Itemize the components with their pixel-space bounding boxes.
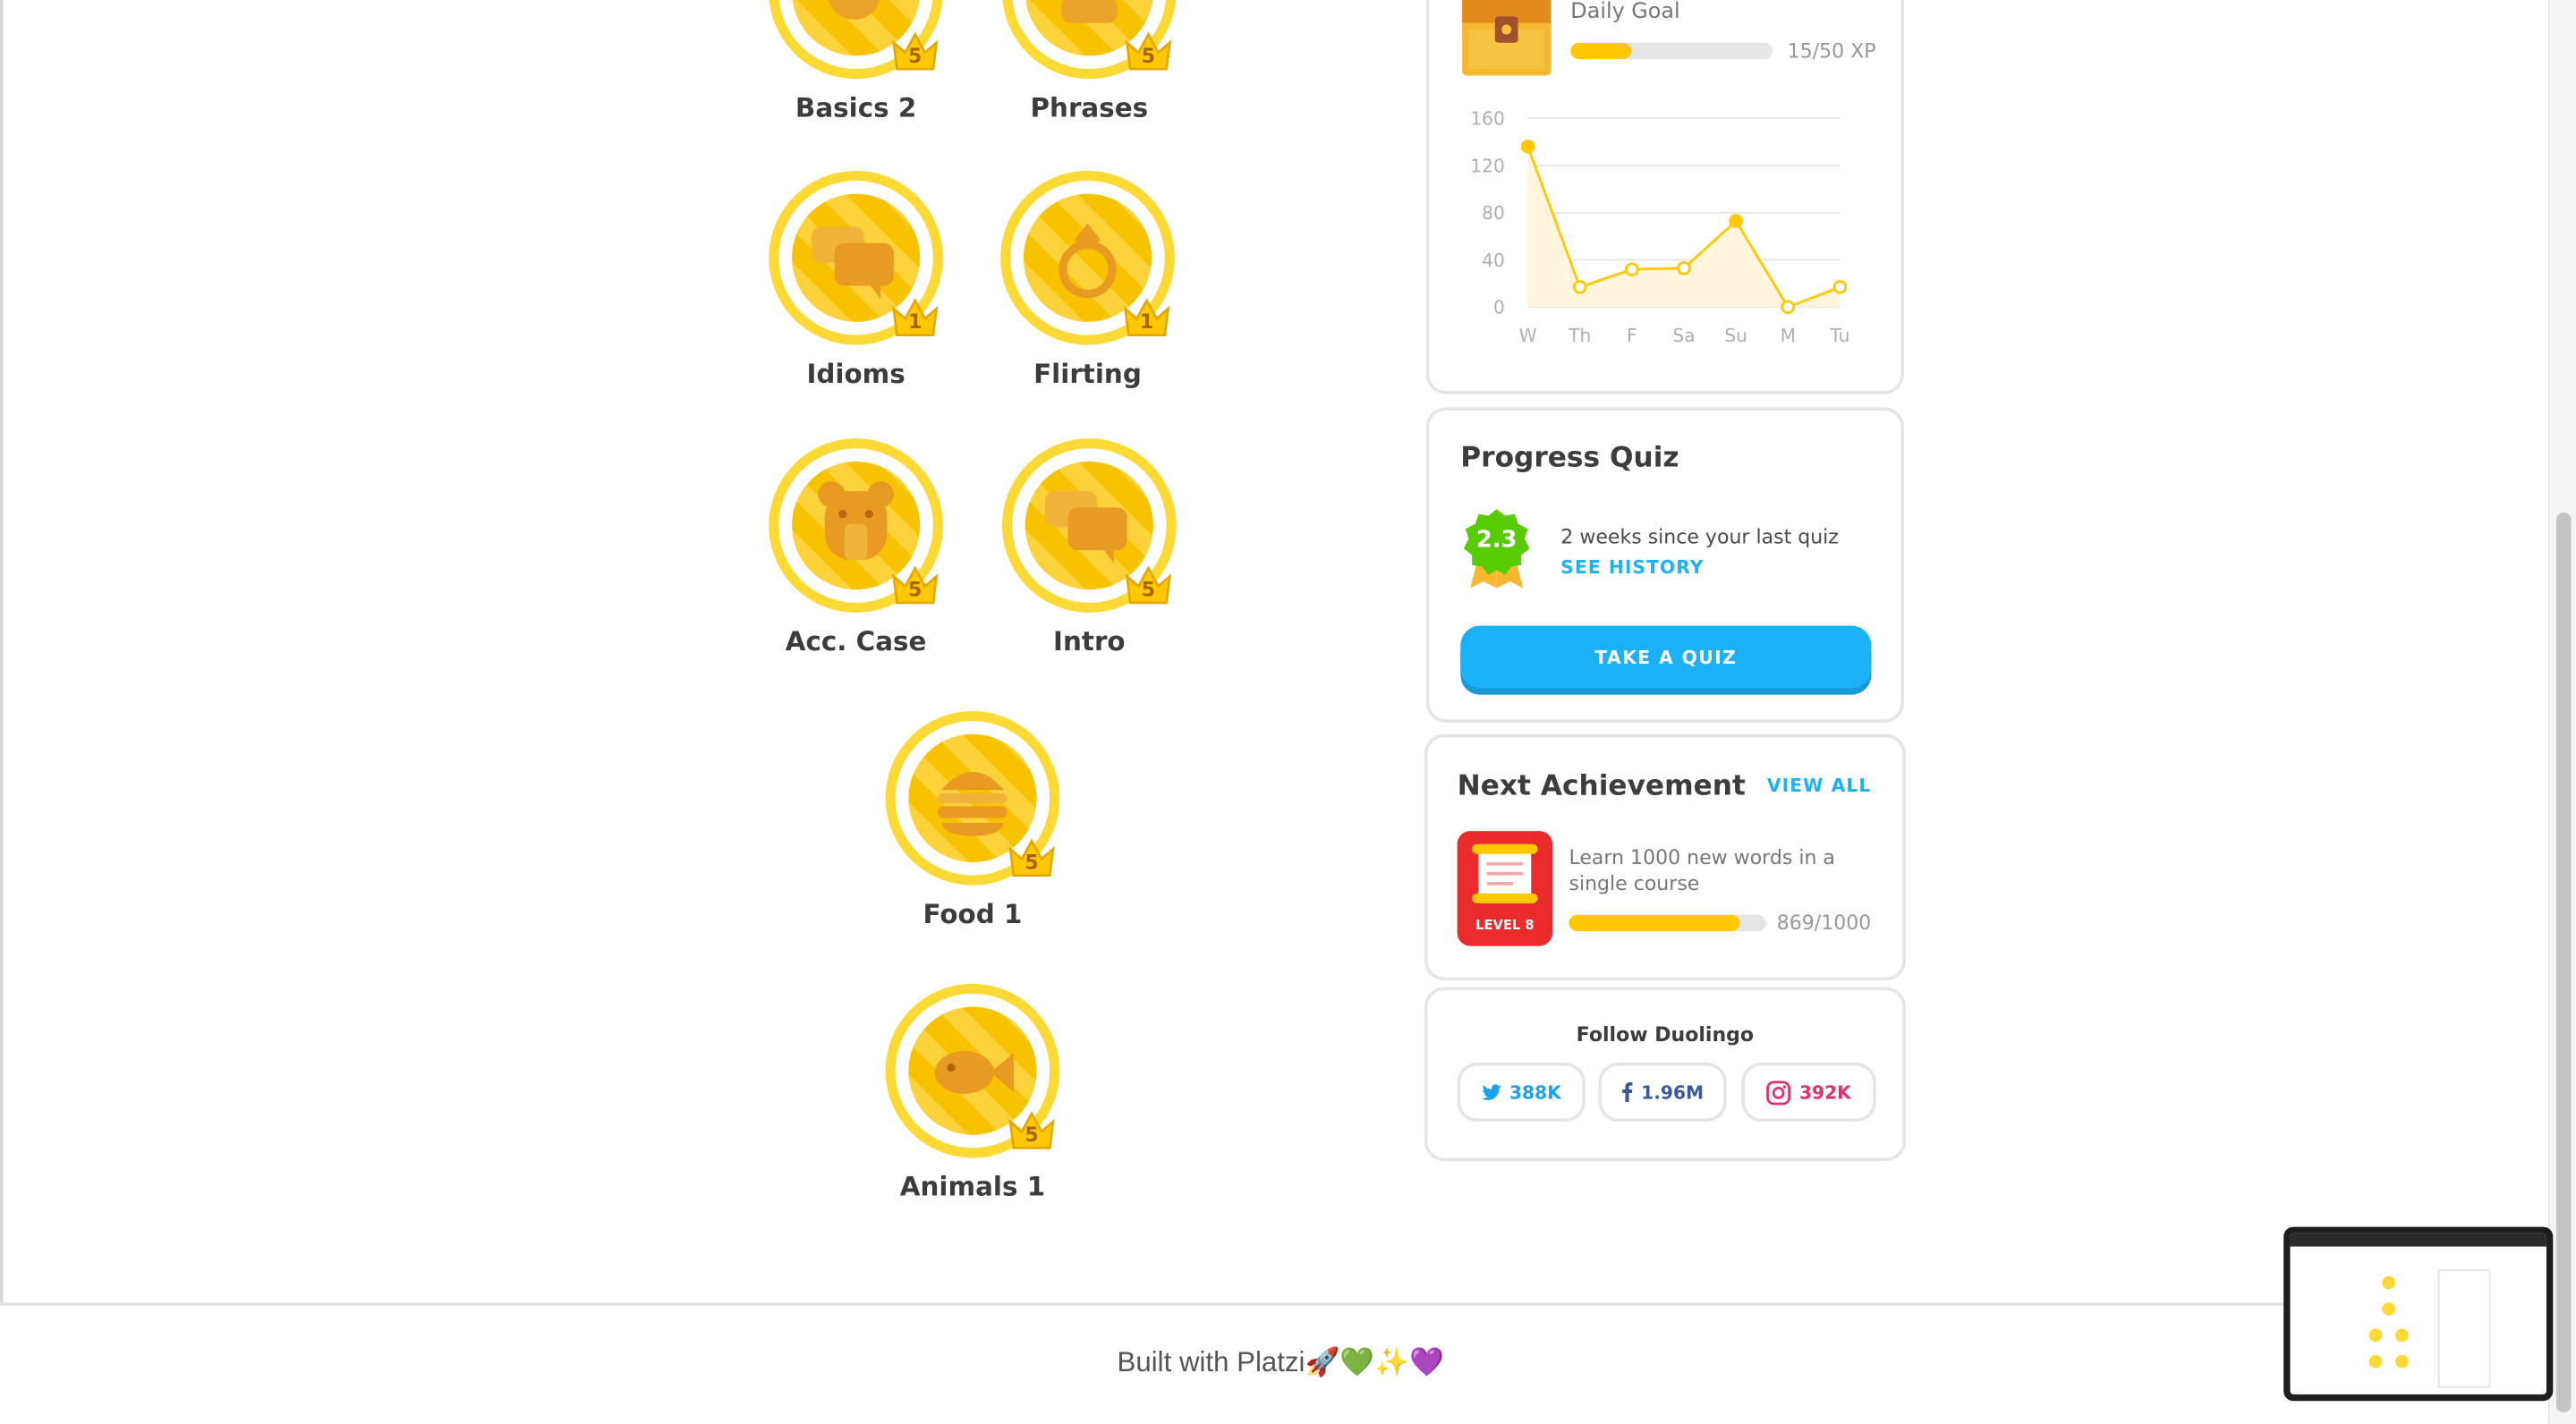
skill-animals-1[interactable]: 5 Animals 1 bbox=[857, 983, 1087, 1203]
footer-divider bbox=[0, 1302, 2550, 1306]
x-tick-label: Th bbox=[1568, 325, 1591, 346]
y-tick-label: 160 bbox=[1470, 108, 1505, 130]
skill-idioms[interactable]: 1 Idioms bbox=[741, 170, 971, 390]
skill-label: Idioms bbox=[806, 358, 905, 390]
data-point bbox=[1729, 214, 1743, 228]
skill-label: Basics 2 bbox=[795, 91, 917, 123]
facebook-button[interactable]: 1.96M bbox=[1598, 1062, 1727, 1123]
y-tick-label: 120 bbox=[1470, 155, 1505, 176]
skill-basics-2[interactable]: 5 Basics 2 bbox=[741, 0, 971, 123]
daily-goal-card: Daily Goal 15/50 XP 160 120 80 40 0 W Th F Sa Su M… bbox=[1425, 0, 1905, 394]
achievement-badge: LEVEL 8 bbox=[1457, 831, 1553, 946]
skill-label: Animals 1 bbox=[899, 1171, 1046, 1203]
x-tick-label: F bbox=[1627, 325, 1637, 346]
follow-card: Follow Duolingo 388K 1.96M 392K bbox=[1424, 987, 1906, 1162]
twitter-count: 388K bbox=[1509, 1081, 1561, 1103]
achievement-progress bbox=[1569, 914, 1766, 932]
x-tick-label: Sa bbox=[1672, 325, 1695, 346]
facebook-count: 1.96M bbox=[1641, 1081, 1705, 1103]
daily-goal-xp: 15/50 XP bbox=[1787, 39, 1876, 63]
twitter-icon bbox=[1481, 1083, 1501, 1099]
next-achievement-title: Next Achievement bbox=[1457, 770, 1746, 803]
achievement-count: 869/1000 bbox=[1776, 911, 1872, 935]
skill-acc-case[interactable]: 5 Acc. Case bbox=[741, 438, 971, 657]
see-history-link[interactable]: SEE HISTORY bbox=[1560, 556, 1704, 578]
skill-label: Acc. Case bbox=[785, 625, 927, 657]
instagram-icon bbox=[1766, 1080, 1791, 1105]
crown-icon: 1 bbox=[890, 295, 939, 338]
progress-quiz-card: Progress Quiz 2.3 2 weeks since your las… bbox=[1425, 407, 1905, 723]
data-point bbox=[1572, 280, 1587, 294]
x-tick-label: Su bbox=[1724, 325, 1747, 346]
instagram-button[interactable]: 392K bbox=[1741, 1062, 1876, 1123]
follow-title: Follow Duolingo bbox=[1576, 1022, 1755, 1047]
achievement-level: LEVEL 8 bbox=[1475, 918, 1535, 933]
x-tick-label: W bbox=[1519, 325, 1537, 346]
crown-icon: 5 bbox=[890, 564, 939, 606]
achievement-description: Learn 1000 new words in a single course bbox=[1569, 845, 1835, 895]
y-tick-label: 40 bbox=[1482, 250, 1505, 271]
quiz-message: 2 weeks since your last quiz bbox=[1560, 525, 1839, 549]
crown-icon: 5 bbox=[890, 30, 939, 72]
window-edge bbox=[0, 0, 4, 1306]
next-achievement-card: Next Achievement VIEW ALL LEVEL 8 Learn … bbox=[1424, 733, 1906, 981]
skill-flirting[interactable]: 1 Flirting bbox=[973, 170, 1203, 390]
crown-icon: 5 bbox=[1124, 564, 1173, 606]
skill-intro[interactable]: 5 Intro bbox=[974, 438, 1204, 657]
twitter-button[interactable]: 388K bbox=[1457, 1062, 1586, 1123]
skill-label: Food 1 bbox=[922, 898, 1023, 930]
skill-label: Phrases bbox=[1030, 91, 1149, 123]
quiz-badge: 2.3 bbox=[1460, 506, 1533, 591]
daily-goal-progress bbox=[1570, 42, 1773, 60]
quiz-score: 2.3 bbox=[1475, 527, 1518, 554]
data-point bbox=[1677, 260, 1691, 275]
screen-preview-thumbnail[interactable] bbox=[2283, 1226, 2554, 1402]
instagram-count: 392K bbox=[1798, 1081, 1851, 1103]
view-all-link[interactable]: VIEW ALL bbox=[1767, 776, 1871, 797]
skill-food-1[interactable]: 5 Food 1 bbox=[857, 711, 1087, 929]
take-quiz-button[interactable]: TAKE A QUIZ bbox=[1460, 625, 1872, 689]
crown-icon: 5 bbox=[1007, 836, 1057, 879]
data-point bbox=[1625, 262, 1639, 276]
skill-phrases[interactable]: 5 Phrases bbox=[974, 0, 1204, 123]
data-point bbox=[1520, 140, 1535, 154]
skill-label: Intro bbox=[1053, 625, 1126, 657]
xp-chart: 160 120 80 40 0W Th F Sa Su M Tu bbox=[1470, 108, 1849, 346]
treasure-chest-icon bbox=[1462, 0, 1552, 76]
scrollbar-thumb[interactable] bbox=[2555, 512, 2572, 1413]
crown-icon: 5 bbox=[1007, 1108, 1057, 1151]
data-point bbox=[1832, 280, 1848, 294]
crown-icon: 1 bbox=[1122, 295, 1171, 338]
data-point bbox=[1781, 300, 1796, 315]
y-tick-label: 0 bbox=[1493, 297, 1505, 318]
progress-quiz-title: Progress Quiz bbox=[1460, 441, 1679, 475]
crown-icon: 5 bbox=[1124, 30, 1173, 72]
facebook-icon bbox=[1622, 1081, 1633, 1103]
daily-goal-title: Daily Goal bbox=[1570, 0, 1680, 25]
footer-text: Built with Platzi🚀💚✨💜 bbox=[1117, 1346, 1444, 1378]
skill-label: Flirting bbox=[1033, 358, 1142, 390]
x-tick-label: M bbox=[1781, 325, 1796, 346]
x-tick-label: Tu bbox=[1829, 325, 1849, 346]
scrollbar[interactable] bbox=[2547, 0, 2576, 1424]
y-tick-label: 80 bbox=[1482, 202, 1505, 224]
